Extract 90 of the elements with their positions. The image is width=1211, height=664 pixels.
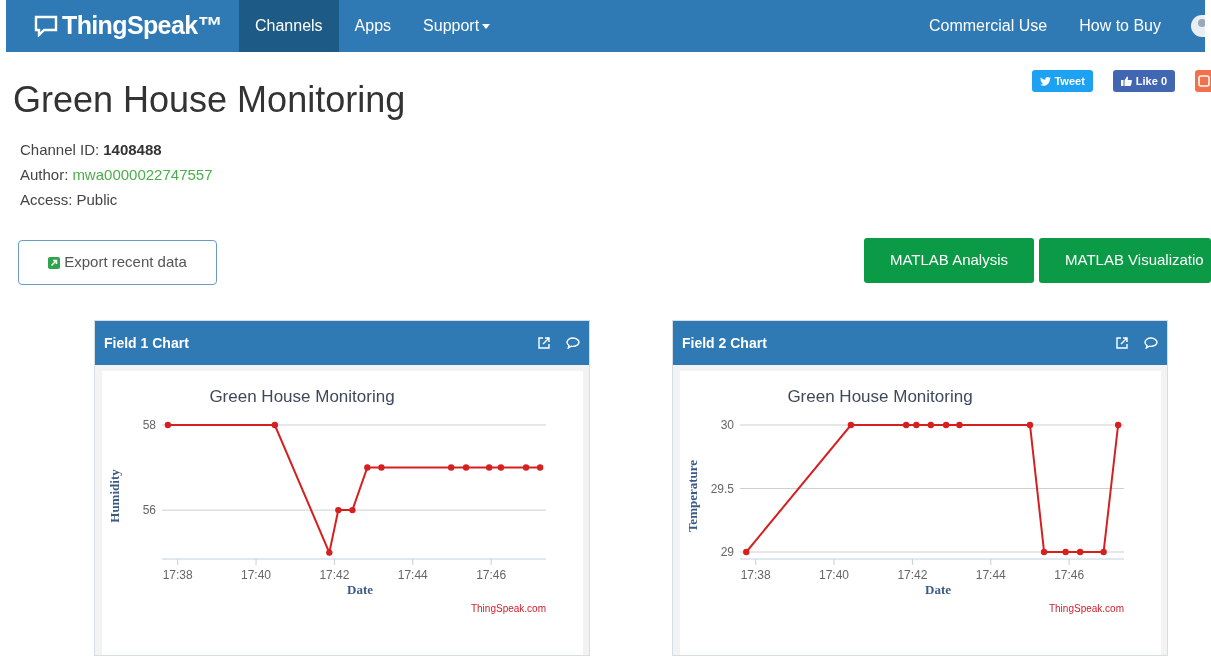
tick-mark <box>833 558 835 566</box>
data-point <box>462 464 470 471</box>
data-point <box>1040 548 1048 556</box>
tick-mark <box>255 558 257 566</box>
page-title: Green House Monitoring <box>13 82 406 118</box>
chart-heading: Field 1 Chart <box>104 333 190 353</box>
data-point <box>1100 548 1107 556</box>
comment-icon[interactable] <box>566 337 580 349</box>
chat-bubble-icon <box>34 15 58 37</box>
data-point <box>902 421 910 429</box>
data-point <box>335 506 342 514</box>
logo-text: ThingSpeak™ <box>62 10 222 42</box>
data-point <box>1114 421 1122 429</box>
chart-heading: Field 2 Chart <box>682 333 768 353</box>
x-tick-label: 17:44 <box>975 568 1006 582</box>
nav-link[interactable]: How to Buy <box>1063 0 1177 52</box>
channel-id: 1408488 <box>103 140 162 159</box>
tick-mark <box>177 558 179 566</box>
matlab-button[interactable]: MATLAB Analysis <box>864 238 1034 283</box>
tweet-button[interactable]: Tweet <box>1032 70 1093 92</box>
tick-mark <box>490 558 492 566</box>
data-point <box>326 549 333 556</box>
info-label: Access: <box>20 190 73 209</box>
export-button[interactable]: Export recent data <box>18 240 217 285</box>
comment-icon[interactable] <box>1144 337 1158 349</box>
x-tick-label: 17:44 <box>397 568 428 582</box>
y-tick-label: 56 <box>142 503 156 518</box>
share-button[interactable] <box>1195 70 1211 92</box>
chart-title: Green House Monitoring <box>209 387 395 406</box>
x-tick-label: 17:42 <box>319 568 350 582</box>
nav-link[interactable]: Channels <box>239 0 339 52</box>
y-tick-label: 30 <box>720 418 734 432</box>
x-axis-title: Date <box>925 582 951 597</box>
x-tick-label: 17:46 <box>1054 568 1085 582</box>
y-axis-title: Humidity <box>107 469 122 523</box>
data-point <box>364 464 371 471</box>
nav-link[interactable]: Support <box>407 0 507 52</box>
popout-icon[interactable] <box>1116 337 1128 349</box>
data-point <box>522 464 530 471</box>
info-label: Author: <box>20 165 69 184</box>
data-point <box>847 421 855 429</box>
data-point <box>349 506 356 514</box>
tick-mark <box>755 558 757 566</box>
data-point <box>497 464 505 471</box>
author-link[interactable]: mwa0000022747557 <box>72 165 213 184</box>
data-point <box>486 464 493 471</box>
tick-mark <box>911 558 913 566</box>
info-label: Channel ID: <box>20 140 100 159</box>
data-point <box>1062 548 1069 556</box>
x-tick-label: 17:46 <box>476 568 507 582</box>
data-point <box>536 464 544 471</box>
export-icon <box>48 256 61 269</box>
x-tick-label: 17:40 <box>241 568 272 582</box>
x-tick-label: 17:40 <box>819 568 850 582</box>
like-button[interactable]: Like 0 <box>1112 70 1175 92</box>
bird-icon <box>1040 76 1052 86</box>
y-tick-label: 29 <box>720 545 734 559</box>
data-point <box>942 421 950 429</box>
data-point <box>956 421 963 429</box>
nav-link[interactable]: Commercial Use <box>912 0 1064 52</box>
nav-link[interactable]: Apps <box>338 0 408 52</box>
x-tick-label: 17:38 <box>162 568 193 582</box>
y-tick-label: 58 <box>142 418 156 432</box>
data-point <box>913 421 920 429</box>
data-point <box>448 464 455 471</box>
x-tick-label: 17:38 <box>740 568 771 582</box>
tick-mark <box>412 558 414 566</box>
x-tick-label: 17:42 <box>897 568 928 582</box>
data-point <box>271 421 279 429</box>
data-point <box>164 421 172 429</box>
data-point <box>378 464 385 471</box>
popout-icon[interactable] <box>538 337 550 349</box>
credit-link[interactable]: ThingSpeak.com <box>1048 603 1124 614</box>
y-tick-label: 29.5 <box>710 481 734 496</box>
data-point <box>1076 548 1084 556</box>
tick-mark <box>1068 558 1070 566</box>
data-point <box>743 548 750 556</box>
matlab-button[interactable]: MATLAB Visualizatio <box>1039 238 1211 283</box>
caret-icon <box>482 23 491 29</box>
tick-mark <box>990 558 992 566</box>
y-axis-title: Temperature <box>685 459 700 533</box>
data-point <box>1026 421 1034 429</box>
credit-link[interactable]: ThingSpeak.com <box>470 603 546 614</box>
info-value: Public <box>76 190 118 209</box>
data-point <box>927 421 934 429</box>
x-axis-title: Date <box>347 582 373 597</box>
thumbs-up-icon <box>1120 76 1132 86</box>
chart-title: Green House Monitoring <box>787 387 973 406</box>
avatar-icon[interactable] <box>1191 15 1205 37</box>
tick-mark <box>333 558 335 566</box>
